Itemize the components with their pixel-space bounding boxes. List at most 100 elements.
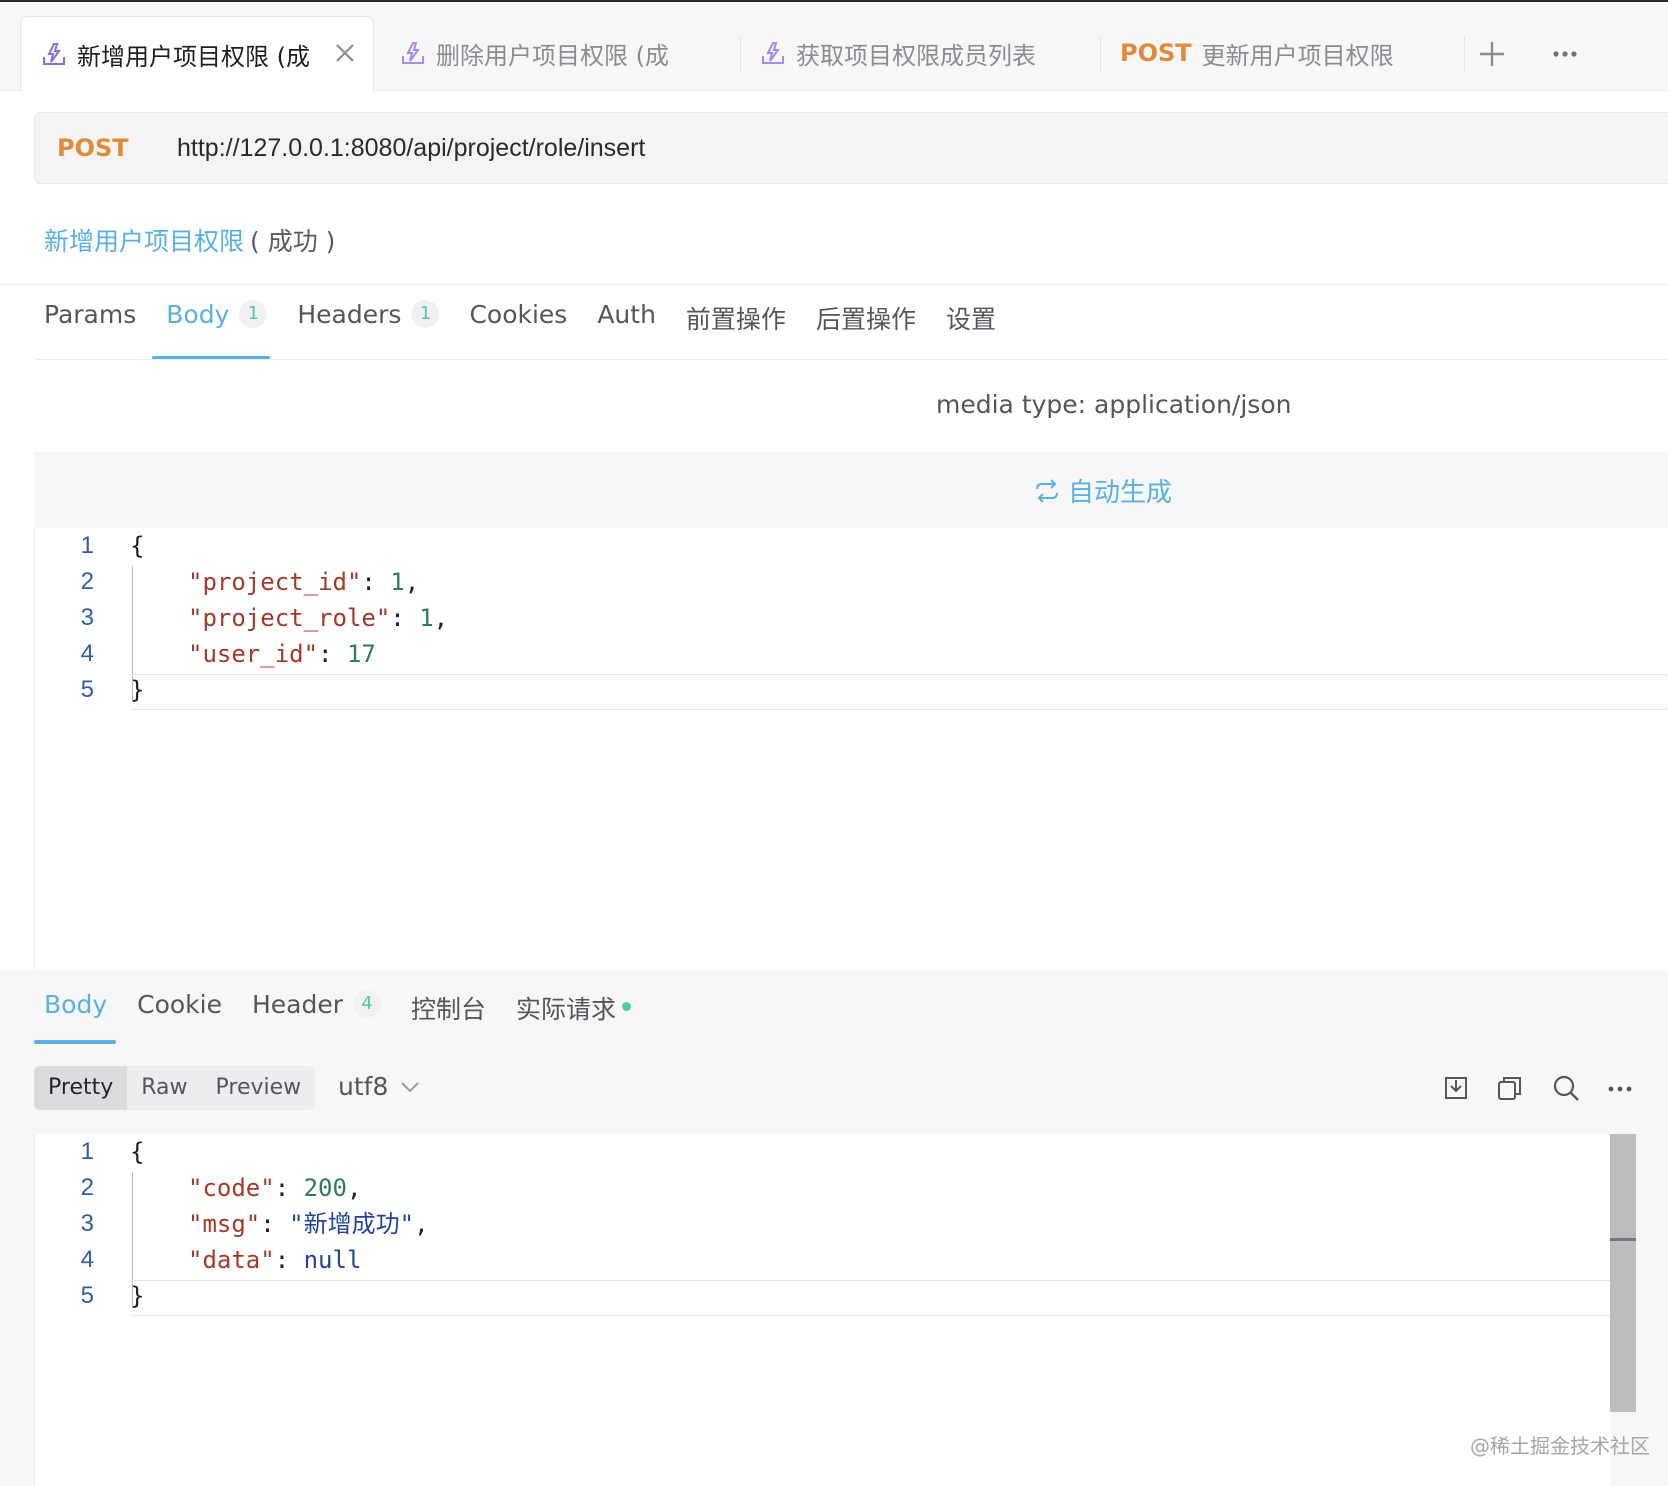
tab-label: Headers (297, 300, 402, 329)
copy-icon[interactable] (1494, 1072, 1526, 1104)
line-number: 2 (80, 568, 94, 595)
request-tab-icon (43, 43, 65, 65)
line-number: 3 (80, 604, 94, 631)
refresh-icon (1036, 478, 1058, 503)
current-line-highlight (130, 674, 1668, 710)
method-select[interactable]: POST (57, 134, 167, 162)
tab-post-operations[interactable]: 后置操作 (816, 300, 916, 354)
tab-label: Body (166, 300, 230, 329)
response-tab-cookie[interactable]: Cookie (137, 990, 222, 1026)
tab-label: 设置 (945, 305, 996, 334)
watermark: @稀土掘金技术社区 (1470, 1434, 1650, 1458)
new-tab-plus-icon[interactable] (1478, 40, 1506, 68)
view-mode-raw[interactable]: Raw (127, 1066, 201, 1110)
json-key: "code" (188, 1174, 275, 1202)
response-tab-actual-request[interactable]: 实际请求 (516, 990, 632, 1026)
tab-label: Params (44, 300, 137, 329)
code-line: 4 "data": null (34, 1242, 1610, 1278)
auto-generate-label: 自动生成 (1068, 478, 1173, 508)
view-mode-pretty[interactable]: Pretty (34, 1066, 128, 1110)
line-number: 4 (80, 640, 94, 667)
request-tab[interactable]: POST 更新用户项目权限 (1100, 16, 1420, 90)
request-tab-label: 获取项目权限成员列表 (796, 41, 1035, 70)
json-key: "data" (188, 1246, 275, 1274)
code-line: 3 "project_role": 1, (34, 600, 1668, 636)
active-tab-underline (34, 1040, 116, 1044)
request-tab-label: 新增用户项目权限 (成 (77, 42, 310, 71)
tab-divider (1464, 36, 1465, 72)
tab-auth[interactable]: Auth (597, 300, 656, 354)
line-number: 5 (80, 1282, 94, 1309)
response-tab-header[interactable]: Header 4 (251, 990, 382, 1026)
request-tab-icon (402, 42, 424, 64)
tab-label: 控制台 (411, 995, 487, 1024)
response-tab-console[interactable]: 控制台 (411, 990, 486, 1026)
line-number: 1 (80, 1138, 94, 1165)
more-options-icon[interactable] (1604, 1072, 1636, 1104)
code-line: 4 "user_id": 17 (34, 636, 1668, 672)
tab-body[interactable]: Body 1 (166, 300, 268, 354)
tab-label: Body (44, 990, 108, 1019)
json-value: null (303, 1246, 362, 1274)
auto-generate-button[interactable]: 自动生成 (1034, 472, 1172, 509)
line-number: 4 (80, 1246, 94, 1273)
request-tab[interactable]: 删除用户项目权限 (成 (380, 16, 680, 90)
json-value: "新增成功" (289, 1210, 415, 1238)
response-tabs: Body Cookie Header 4 控制台 实际请求 (44, 990, 661, 1026)
tab-label: 实际请求 (516, 995, 617, 1024)
json-value: 200 (303, 1174, 347, 1202)
status-dot (622, 1002, 632, 1011)
view-mode-preview[interactable]: Preview (202, 1066, 316, 1110)
more-tabs-icon[interactable] (1552, 46, 1578, 62)
json-value: 1 (419, 604, 434, 632)
line-number: 3 (80, 1210, 94, 1237)
encoding-select[interactable]: utf8 (338, 1072, 420, 1101)
download-icon[interactable] (1440, 1072, 1472, 1104)
media-type-label: media type: application/json (936, 390, 1292, 419)
tab-label: 前置操作 (685, 305, 786, 334)
tab-label: 后置操作 (815, 305, 916, 334)
view-mode-toggle: Pretty Raw Preview (34, 1066, 316, 1110)
tab-params[interactable]: Params (44, 300, 136, 354)
url-input[interactable]: http://127.0.0.1:8080/api/project/role/i… (177, 134, 645, 163)
close-icon[interactable] (331, 39, 359, 67)
request-tab-bar: 新增用户项目权限 (成 删除用户项目权限 (成 获取项目权限成员列表 POST … (0, 0, 1668, 91)
response-tab-body[interactable]: Body (44, 990, 107, 1026)
request-tabs: Params Body 1 Headers 1 Cookies Auth 前置操作 … (44, 300, 1026, 354)
tab-cookies[interactable]: Cookies (469, 300, 567, 354)
scrollbar-marker (1610, 1238, 1636, 1241)
request-tab[interactable]: 获取项目权限成员列表 (740, 16, 1035, 90)
code-line: 3 "msg": "新增成功", (34, 1206, 1610, 1242)
json-key: "msg" (188, 1210, 261, 1238)
request-title: 新增用户项目权限( 成功 ) (44, 222, 335, 258)
json-key: "user_id" (188, 640, 319, 668)
tab-badge: 1 (411, 300, 440, 328)
encoding-value: utf8 (338, 1072, 389, 1101)
tab-headers[interactable]: Headers 1 (297, 300, 440, 354)
response-code: 1{ 2 "code": 200, 3 "msg": "新增成功", 4 "data"… (34, 1134, 1610, 1316)
request-tab-label: 删除用户项目权限 (成 (436, 41, 669, 70)
line-number: 2 (80, 1174, 94, 1201)
response-scrollbar[interactable] (1610, 1134, 1636, 1412)
divider (0, 284, 1668, 285)
request-code[interactable]: 1{ 2 "project_id": 1, 3 "project_role": 1,… (34, 528, 1668, 710)
tab-method: POST (1120, 39, 1192, 67)
search-icon[interactable] (1550, 1072, 1582, 1104)
tab-label: Header (251, 990, 344, 1019)
request-status: ( 成功 ) (250, 227, 336, 256)
request-tab-active[interactable]: 新增用户项目权限 (成 (20, 16, 374, 91)
chevron-down-icon (401, 1081, 420, 1092)
tab-badge: 4 (353, 990, 382, 1018)
tab-label: Cookie (137, 990, 222, 1019)
tab-badge: 1 (239, 300, 268, 328)
tab-settings[interactable]: 设置 (946, 300, 996, 354)
request-tab-icon (762, 42, 784, 64)
tab-pre-operations[interactable]: 前置操作 (686, 300, 786, 354)
code-line: 2 "code": 200, (34, 1170, 1610, 1206)
json-key: "project_id" (188, 568, 362, 596)
url-bar[interactable]: POST http://127.0.0.1:8080/api/project/r… (34, 112, 1668, 184)
json-value: 1 (390, 568, 405, 596)
request-name-link[interactable]: 新增用户项目权限 (44, 227, 244, 256)
code-line: 2 "project_id": 1, (34, 564, 1668, 600)
json-key: "project_role" (188, 604, 391, 632)
